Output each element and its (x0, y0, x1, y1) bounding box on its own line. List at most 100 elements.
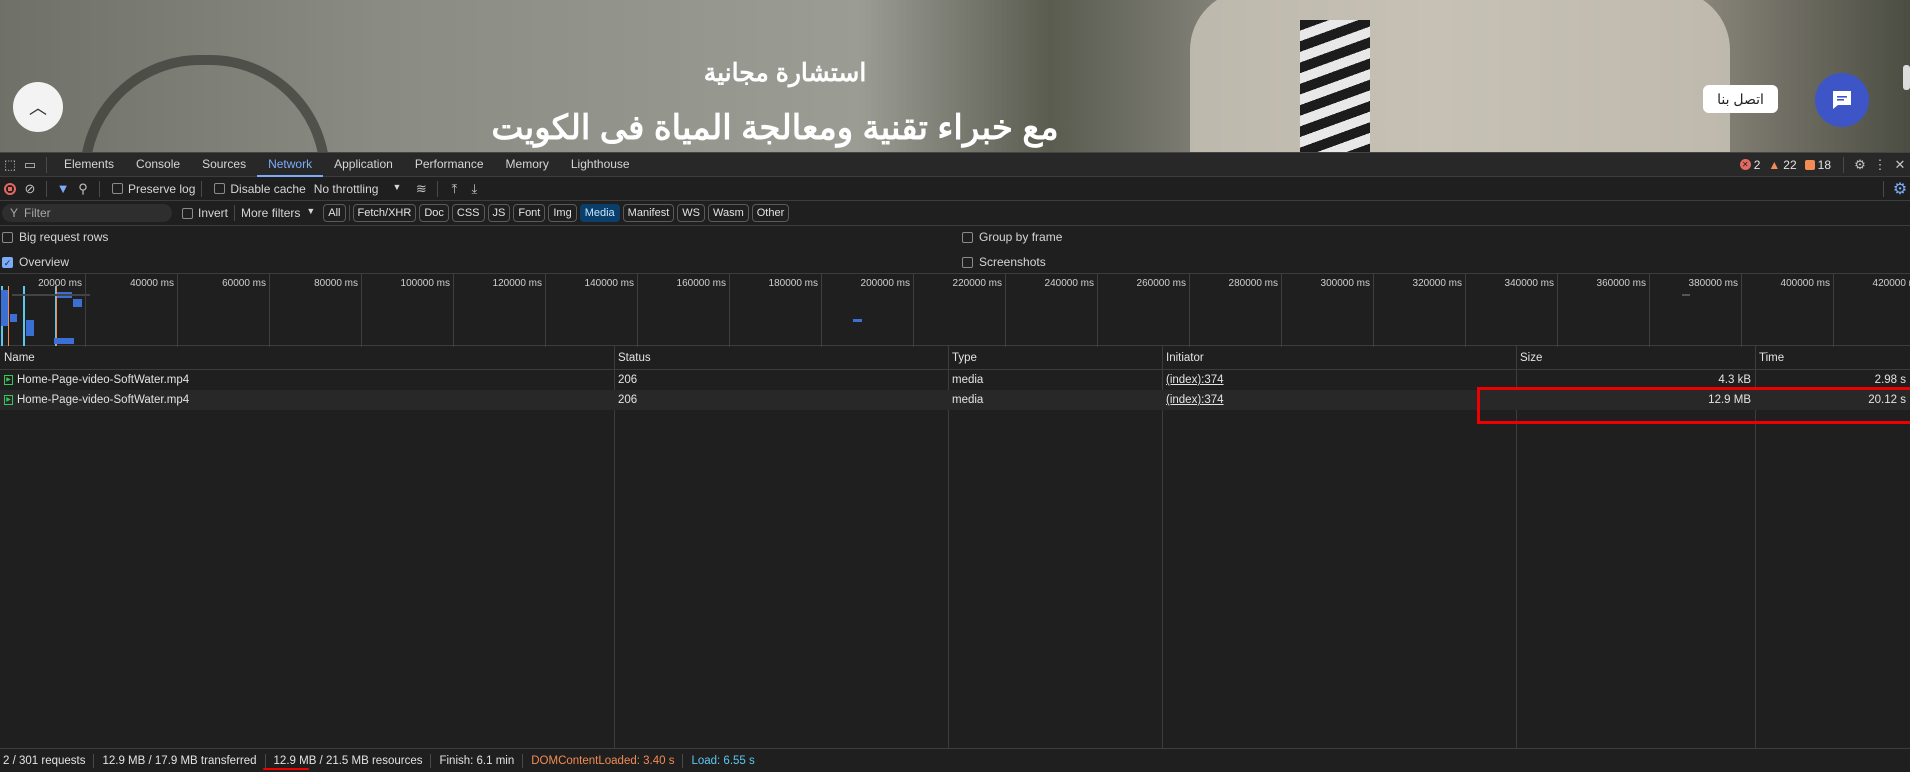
close-icon[interactable]: ✕ (1890, 155, 1910, 175)
timeline-tick: 280000 ms (1190, 274, 1282, 347)
divider (201, 180, 203, 197)
screenshots-checkbox[interactable]: Screenshots (962, 255, 1046, 269)
filter-js[interactable]: JS (487, 204, 511, 222)
column-name[interactable]: Name (0, 346, 39, 369)
warning-count[interactable]: ▲ 22 (1768, 158, 1796, 172)
import-har-icon[interactable]: ⤒ (444, 179, 464, 199)
initiator-value[interactable]: (index):374 (1166, 374, 1224, 386)
tab-application[interactable]: Application (323, 152, 404, 177)
issues-count[interactable]: 18 (1804, 157, 1831, 172)
filter-wasm[interactable]: Wasm (707, 204, 749, 222)
size-value: 4.3 kB (1718, 374, 1751, 386)
overview-label: Overview (19, 255, 70, 269)
divider (46, 156, 47, 173)
big-request-rows-checkbox[interactable]: Big request rows (2, 230, 108, 244)
preserve-log-checkbox[interactable]: Preserve log (112, 182, 195, 196)
scroll-top-button[interactable]: ︿ (13, 82, 63, 132)
chat-icon (1833, 91, 1851, 109)
throttling-value: No throttling (313, 181, 379, 196)
settings-icon[interactable]: ⚙ (1850, 155, 1870, 175)
chevron-down-icon: ▼ (306, 206, 316, 216)
timeline-tick: 240000 ms (1006, 274, 1098, 347)
divider (348, 205, 350, 221)
more-options-icon[interactable]: ⋮ (1870, 155, 1890, 175)
checkbox[interactable] (182, 207, 193, 219)
disable-cache-checkbox[interactable]: Disable cache (214, 182, 306, 196)
column-initiator[interactable]: Initiator (1162, 346, 1208, 369)
network-conditions-icon[interactable]: ≋ (411, 179, 431, 199)
filter-img[interactable]: Img (548, 204, 577, 222)
filter-css[interactable]: CSS (451, 204, 485, 222)
transferred-size: 12.9 MB / 17.9 MB transferred (94, 753, 266, 768)
column-type[interactable]: Type (948, 346, 981, 369)
tab-memory[interactable]: Memory (495, 152, 560, 177)
screenshots-label: Screenshots (979, 255, 1046, 269)
chat-button[interactable] (1815, 73, 1869, 127)
filter-input[interactable]: Y Filter (2, 204, 172, 222)
filter-ws[interactable]: WS (677, 204, 705, 222)
more-filters-dropdown[interactable]: More filters ▼ (241, 206, 315, 220)
timeline-tick: 80000 ms (270, 274, 362, 347)
overview-checkbox[interactable]: ✓ Overview (2, 255, 69, 269)
hero-subtitle: استشارة مجانية (703, 59, 867, 87)
invert-label: Invert (198, 206, 229, 220)
checkbox[interactable] (112, 183, 123, 194)
resources-filtered: 12.9 MB (273, 754, 317, 767)
checkbox[interactable] (2, 231, 13, 243)
throttling-select[interactable]: No throttling ▼ (314, 182, 402, 196)
tab-sources[interactable]: Sources (191, 152, 257, 177)
status-value: 206 (618, 394, 638, 406)
filter-doc[interactable]: Doc (419, 204, 449, 222)
preserve-log-label: Preserve log (128, 181, 196, 196)
filter-icon[interactable]: ▼ (53, 179, 73, 199)
export-har-icon[interactable]: ⤓ (464, 179, 484, 199)
filter-font[interactable]: Font (513, 204, 546, 222)
divider (46, 180, 47, 197)
invert-checkbox[interactable]: Invert (182, 206, 228, 220)
filter-all[interactable]: All (323, 204, 346, 222)
column-time[interactable]: Time (1755, 346, 1788, 369)
network-settings-icon[interactable]: ⚙ (1890, 179, 1910, 199)
cell-initiator[interactable]: (index):374 (1162, 390, 1516, 410)
timeline-tick: 340000 ms (1466, 274, 1558, 347)
checkbox[interactable] (962, 256, 973, 268)
devtools-tab-bar: ⬚ ▭ Elements Console Sources Network App… (0, 152, 1910, 177)
tab-network[interactable]: Network (257, 152, 324, 177)
highlight-underline (263, 768, 309, 770)
cell-name: ▶ Home-Page-video-SoftWater.mp4 (0, 390, 614, 410)
group-by-frame-checkbox[interactable]: Group by frame (962, 230, 1062, 244)
timeline-tick: 20000 ms (0, 274, 86, 347)
clear-icon[interactable]: ⊘ (20, 179, 40, 199)
status-value: 206 (618, 374, 638, 386)
column-size[interactable]: Size (1516, 346, 1546, 369)
error-count[interactable]: ✕ 2 (1739, 158, 1760, 172)
cell-type: media (948, 390, 1162, 410)
stop-recording-icon[interactable] (0, 179, 20, 199)
filter-other[interactable]: Other (751, 204, 790, 222)
issues-count-value: 18 (1817, 157, 1831, 172)
initiator-value[interactable]: (index):374 (1166, 394, 1224, 406)
tab-console[interactable]: Console (125, 152, 191, 177)
contact-us-label[interactable]: اتصل بنا (1703, 85, 1778, 113)
device-toolbar-icon[interactable]: ▭ (20, 155, 40, 175)
overview-timeline[interactable]: 20000 ms 40000 ms 60000 ms 80000 ms 100000 m… (0, 273, 1910, 347)
inspect-element-icon[interactable]: ⬚ (0, 155, 20, 175)
issue-icon (1804, 159, 1815, 170)
type-value: media (952, 374, 984, 386)
checkbox[interactable] (214, 183, 226, 194)
checkbox[interactable] (962, 231, 973, 243)
filter-media[interactable]: Media (579, 204, 620, 222)
cell-initiator[interactable]: (index):374 (1162, 370, 1516, 390)
tab-elements[interactable]: Elements (53, 152, 125, 177)
checkbox-checked[interactable]: ✓ (2, 256, 13, 268)
search-icon[interactable]: ⚲ (73, 179, 93, 199)
page-scrollbar[interactable] (1903, 65, 1910, 90)
group-by-frame-label: Group by frame (979, 230, 1063, 244)
filter-manifest[interactable]: Manifest (622, 204, 675, 222)
tab-lighthouse[interactable]: Lighthouse (560, 152, 641, 177)
filter-fetch-xhr[interactable]: Fetch/XHR (352, 204, 417, 222)
tab-performance[interactable]: Performance (404, 152, 495, 177)
request-count: 2 / 301 requests (0, 753, 95, 768)
cell-status: 206 (614, 390, 948, 410)
column-status[interactable]: Status (614, 346, 655, 369)
